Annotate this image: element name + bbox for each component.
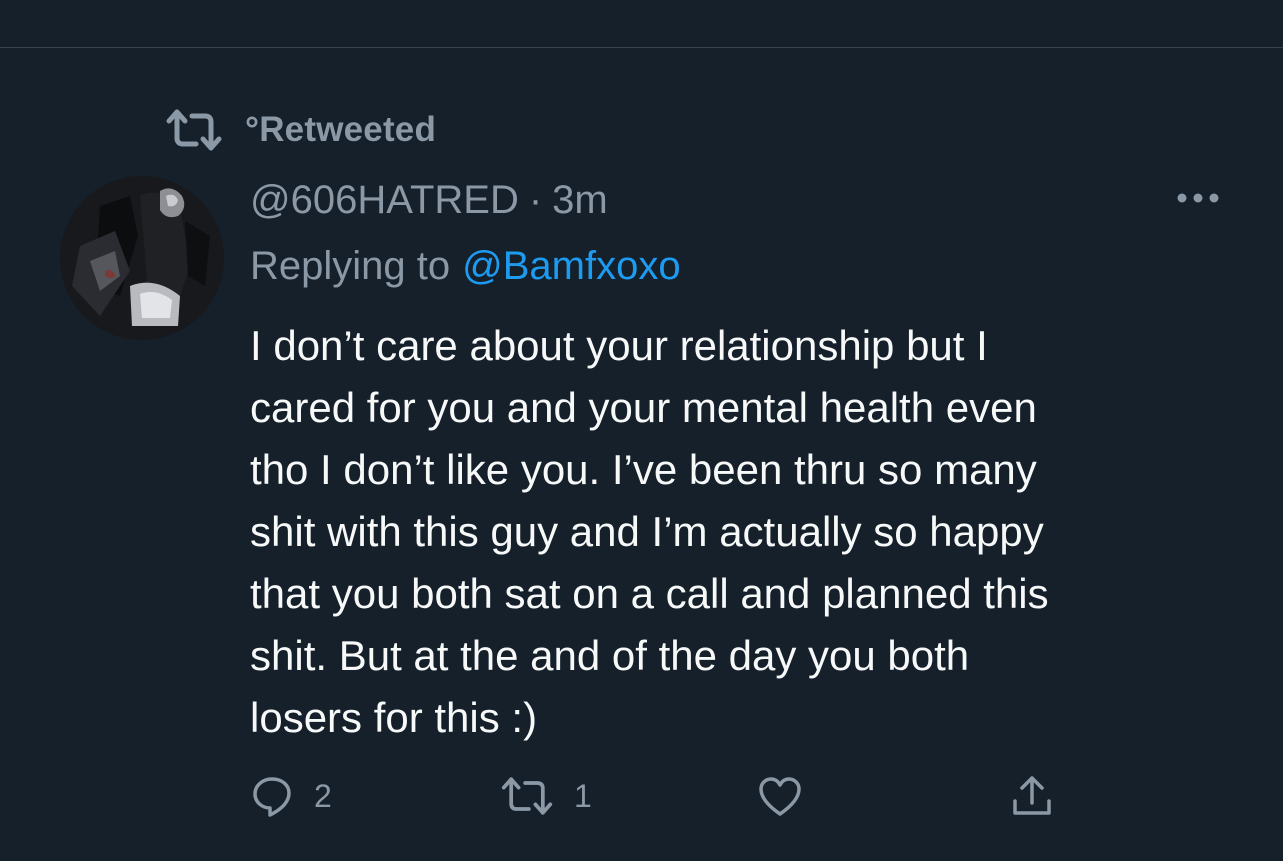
replying-to: Replying to @Bamfxoxo [250,238,681,294]
like-button[interactable] [757,768,823,824]
share-icon [1010,773,1054,819]
heart-icon [757,774,803,818]
tweet-text-line: cared for you and your mental health eve… [250,384,1037,431]
share-button[interactable] [1010,768,1074,824]
retweet-icon [500,775,554,817]
retweet-icon [165,108,223,152]
user-handle[interactable]: @606HATRED [250,178,519,223]
retweeted-label: °Retweeted [245,110,437,149]
tweet-text-line: losers for this :) [250,694,538,741]
tweet-text-line: I don’t care about your relationship but… [250,322,988,369]
more-options-button[interactable] [1170,182,1226,218]
retweet-count: 1 [574,777,592,814]
tweet-page: °Retweeted @606HATRED · 3m Replying to @… [0,0,1283,861]
retweet-context[interactable]: °Retweeted [165,106,436,154]
retweet-button[interactable]: 1 [500,768,592,824]
reply-button[interactable]: 2 [250,768,332,824]
tweet-text-line: tho I don’t like you. I’ve been thru so … [250,446,1037,493]
tweet-text: I don’t care about your relationship but… [250,315,1210,749]
divider [0,47,1283,48]
tweet-text-line: shit. But at the and of the day you both [250,632,970,679]
avatar[interactable] [60,176,224,340]
reply-count: 2 [314,777,332,814]
tweet-text-line: shit with this guy and I’m actually so h… [250,508,1044,555]
tweet-actions: 2 1 [0,768,1283,824]
tweet-time[interactable]: 3m [552,178,608,223]
more-options-icon [1176,191,1220,209]
replying-to-handle[interactable]: @Bamfxoxo [462,244,680,289]
reply-icon [250,774,294,818]
replying-to-label: Replying to [250,243,451,288]
tweet-text-line: that you both sat on a call and planned … [250,570,1049,617]
separator: · [528,177,543,222]
tweet-header: @606HATRED · 3m [250,172,608,228]
